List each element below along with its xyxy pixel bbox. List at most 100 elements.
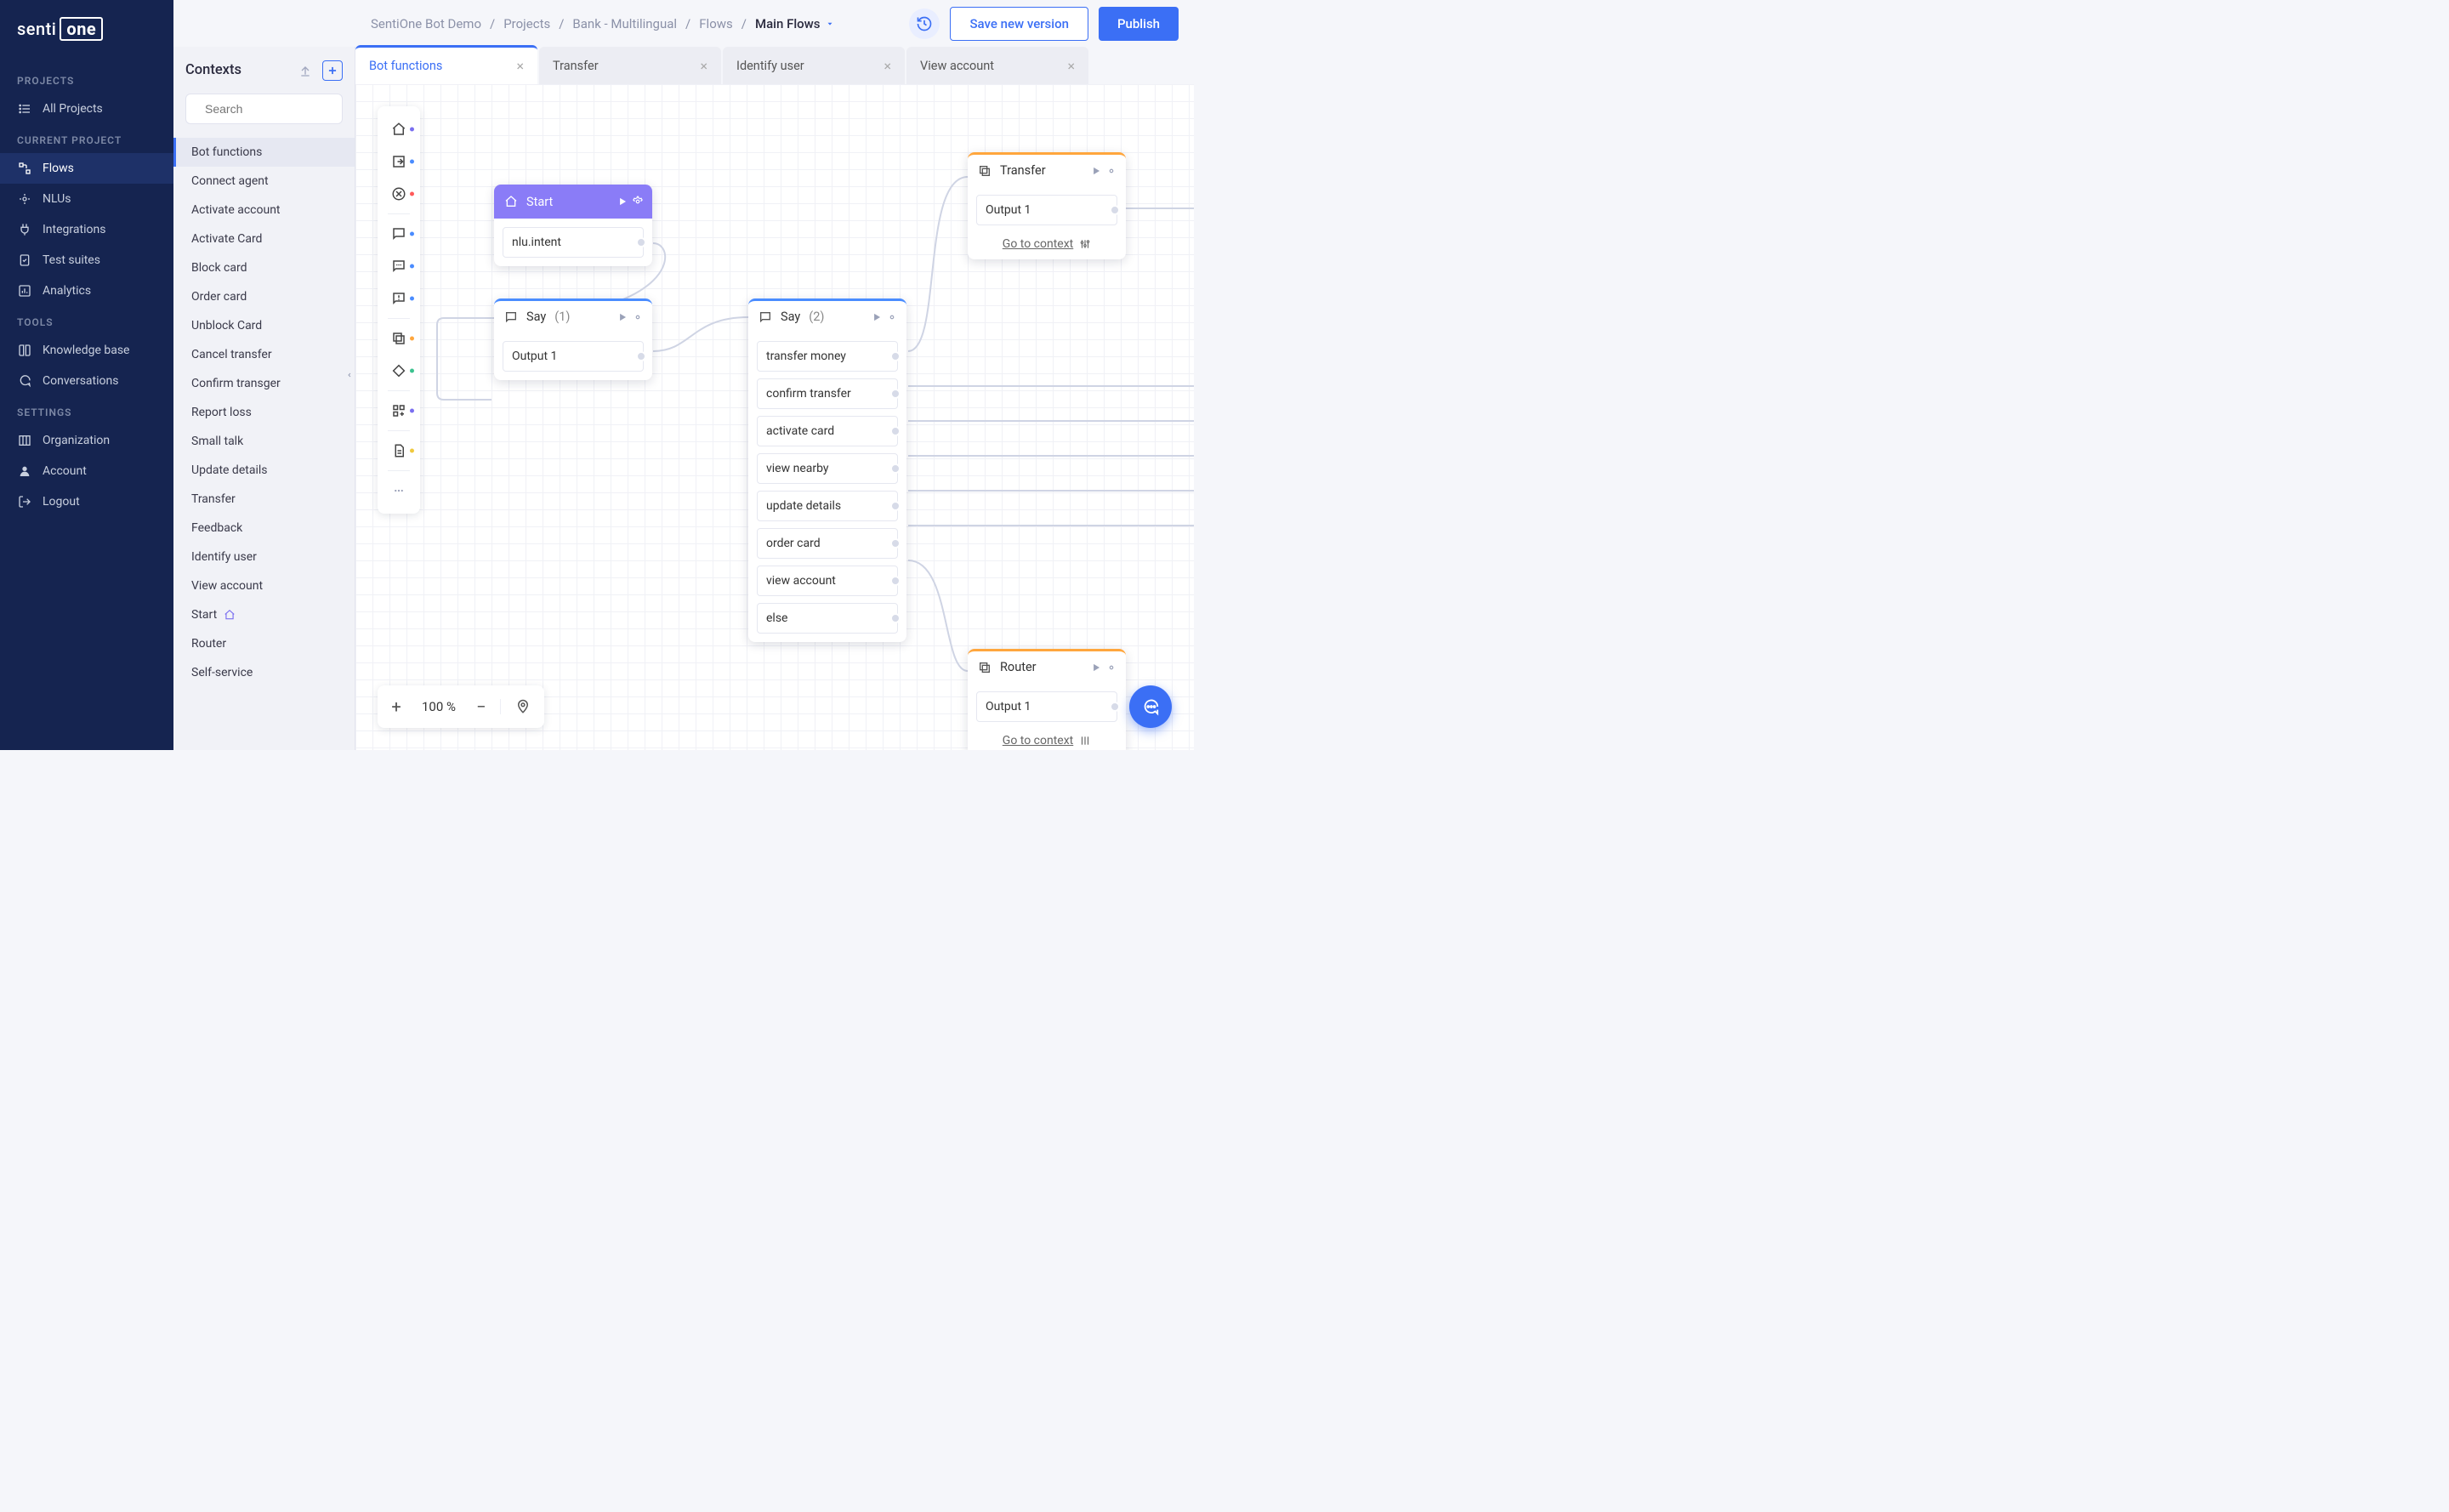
context-item[interactable]: Order card: [173, 282, 355, 311]
palette-stop[interactable]: [378, 178, 420, 210]
play-icon[interactable]: [617, 311, 628, 323]
go-to-context[interactable]: Go to context: [968, 234, 1126, 259]
editor-tab[interactable]: Bot functions×: [355, 45, 537, 84]
node-output[interactable]: update details: [757, 491, 898, 521]
nav-item-analytics[interactable]: Analytics: [0, 276, 173, 306]
context-item[interactable]: Self-service: [173, 658, 355, 687]
node-output[interactable]: activate card: [757, 416, 898, 446]
nav-item-account[interactable]: Account: [0, 456, 173, 486]
node-header[interactable]: Router: [968, 649, 1126, 683]
flow-canvas[interactable]: Start nlu.intent Say (1) Output 1: [355, 84, 1194, 750]
play-icon[interactable]: [617, 196, 628, 207]
gear-icon[interactable]: [1105, 165, 1117, 177]
node-output[interactable]: Output 1: [503, 341, 644, 372]
nav-item-logout[interactable]: Logout: [0, 486, 173, 517]
editor-tab[interactable]: Transfer×: [539, 47, 721, 84]
zoom-in-button[interactable]: +: [378, 696, 415, 717]
nav-item-conversations[interactable]: Conversations: [0, 366, 173, 396]
nav-item-nlus[interactable]: NLUs: [0, 184, 173, 214]
palette-page[interactable]: [378, 435, 420, 467]
breadcrumb-item[interactable]: Projects: [503, 16, 550, 31]
context-item[interactable]: Unblock Card: [173, 311, 355, 340]
nav-item-test-suites[interactable]: Test suites: [0, 245, 173, 276]
add-context-button[interactable]: [322, 60, 343, 81]
context-item[interactable]: Feedback: [173, 514, 355, 543]
node-output[interactable]: nlu.intent: [503, 227, 644, 258]
context-item[interactable]: Start: [173, 600, 355, 629]
nav-item-all-projects[interactable]: All Projects: [0, 94, 173, 124]
palette-dots[interactable]: [378, 475, 420, 507]
context-item[interactable]: Transfer: [173, 485, 355, 514]
upload-context-button[interactable]: [295, 60, 315, 81]
context-item[interactable]: Cancel transfer: [173, 340, 355, 369]
context-item[interactable]: Connect agent: [173, 167, 355, 196]
breadcrumb-current[interactable]: Main Flows: [755, 16, 834, 31]
node-say-1[interactable]: Say (1) Output 1: [494, 298, 652, 380]
context-item[interactable]: Activate Card: [173, 225, 355, 253]
tab-close-button[interactable]: ×: [700, 58, 707, 74]
node-output[interactable]: view account: [757, 566, 898, 596]
node-output[interactable]: confirm transfer: [757, 378, 898, 409]
context-item[interactable]: Block card: [173, 253, 355, 282]
node-output[interactable]: transfer money: [757, 341, 898, 372]
nav-item-kb[interactable]: Knowledge base: [0, 335, 173, 366]
node-output[interactable]: Output 1: [976, 691, 1117, 722]
breadcrumb-item[interactable]: Flows: [699, 16, 733, 31]
editor-tab[interactable]: Identify user×: [723, 47, 905, 84]
publish-button[interactable]: Publish: [1099, 7, 1179, 41]
play-icon[interactable]: [1090, 165, 1102, 177]
node-say-2[interactable]: Say (2) transfer money confirm transfer ac…: [748, 298, 906, 642]
palette-typing[interactable]: [378, 250, 420, 282]
context-search-input[interactable]: [205, 102, 359, 116]
nav-item-integrations[interactable]: Integrations: [0, 214, 173, 245]
context-item[interactable]: Router: [173, 629, 355, 658]
context-item[interactable]: Report loss: [173, 398, 355, 427]
context-item[interactable]: Activate account: [173, 196, 355, 225]
chat-fab[interactable]: [1129, 685, 1172, 728]
zoom-out-button[interactable]: −: [463, 696, 500, 717]
play-icon[interactable]: [871, 311, 883, 323]
node-router[interactable]: Router Output 1 Go to context: [968, 649, 1126, 750]
palette-alert[interactable]: [378, 282, 420, 315]
context-search[interactable]: [185, 94, 343, 124]
node-header[interactable]: Say (1): [494, 298, 652, 333]
gear-icon[interactable]: [632, 311, 644, 323]
history-button[interactable]: [909, 9, 940, 39]
tab-close-button[interactable]: ×: [1067, 58, 1075, 74]
save-version-button[interactable]: Save new version: [950, 7, 1088, 41]
palette-layers[interactable]: [378, 322, 420, 355]
node-transfer[interactable]: Transfer Output 1 Go to context: [968, 152, 1126, 259]
context-item[interactable]: Small talk: [173, 427, 355, 456]
context-item[interactable]: Update details: [173, 456, 355, 485]
play-icon[interactable]: [1090, 662, 1102, 674]
breadcrumb-item[interactable]: Bank - Multilingual: [572, 16, 677, 31]
gear-icon[interactable]: [632, 196, 644, 207]
context-item[interactable]: View account: [173, 571, 355, 600]
tab-close-button[interactable]: ×: [516, 58, 524, 74]
palette-home[interactable]: [378, 113, 420, 145]
locate-button[interactable]: [500, 699, 544, 714]
node-output[interactable]: order card: [757, 528, 898, 559]
breadcrumb-item[interactable]: SentiOne Bot Demo: [371, 16, 481, 31]
gear-icon[interactable]: [886, 311, 898, 323]
palette-diamond[interactable]: [378, 355, 420, 387]
editor-tab[interactable]: View account×: [906, 47, 1088, 84]
palette-chat[interactable]: [378, 218, 420, 250]
tab-close-button[interactable]: ×: [884, 58, 891, 74]
nav-item-flows[interactable]: Flows: [0, 153, 173, 184]
node-header[interactable]: Say (2): [748, 298, 906, 333]
nav-item-organization[interactable]: Organization: [0, 425, 173, 456]
context-item[interactable]: Confirm transger: [173, 369, 355, 398]
gear-icon[interactable]: [1105, 662, 1117, 674]
palette-grid[interactable]: [378, 395, 420, 427]
node-header[interactable]: Transfer: [968, 152, 1126, 186]
context-item[interactable]: Bot functions: [173, 138, 355, 167]
collapse-panel-button[interactable]: [344, 362, 355, 388]
node-output[interactable]: else: [757, 603, 898, 634]
node-output[interactable]: view nearby: [757, 453, 898, 484]
go-to-context[interactable]: Go to context: [968, 730, 1126, 750]
palette-enter[interactable]: [378, 145, 420, 178]
node-header[interactable]: Start: [494, 185, 652, 219]
node-start[interactable]: Start nlu.intent: [494, 185, 652, 266]
node-output[interactable]: Output 1: [976, 195, 1117, 225]
